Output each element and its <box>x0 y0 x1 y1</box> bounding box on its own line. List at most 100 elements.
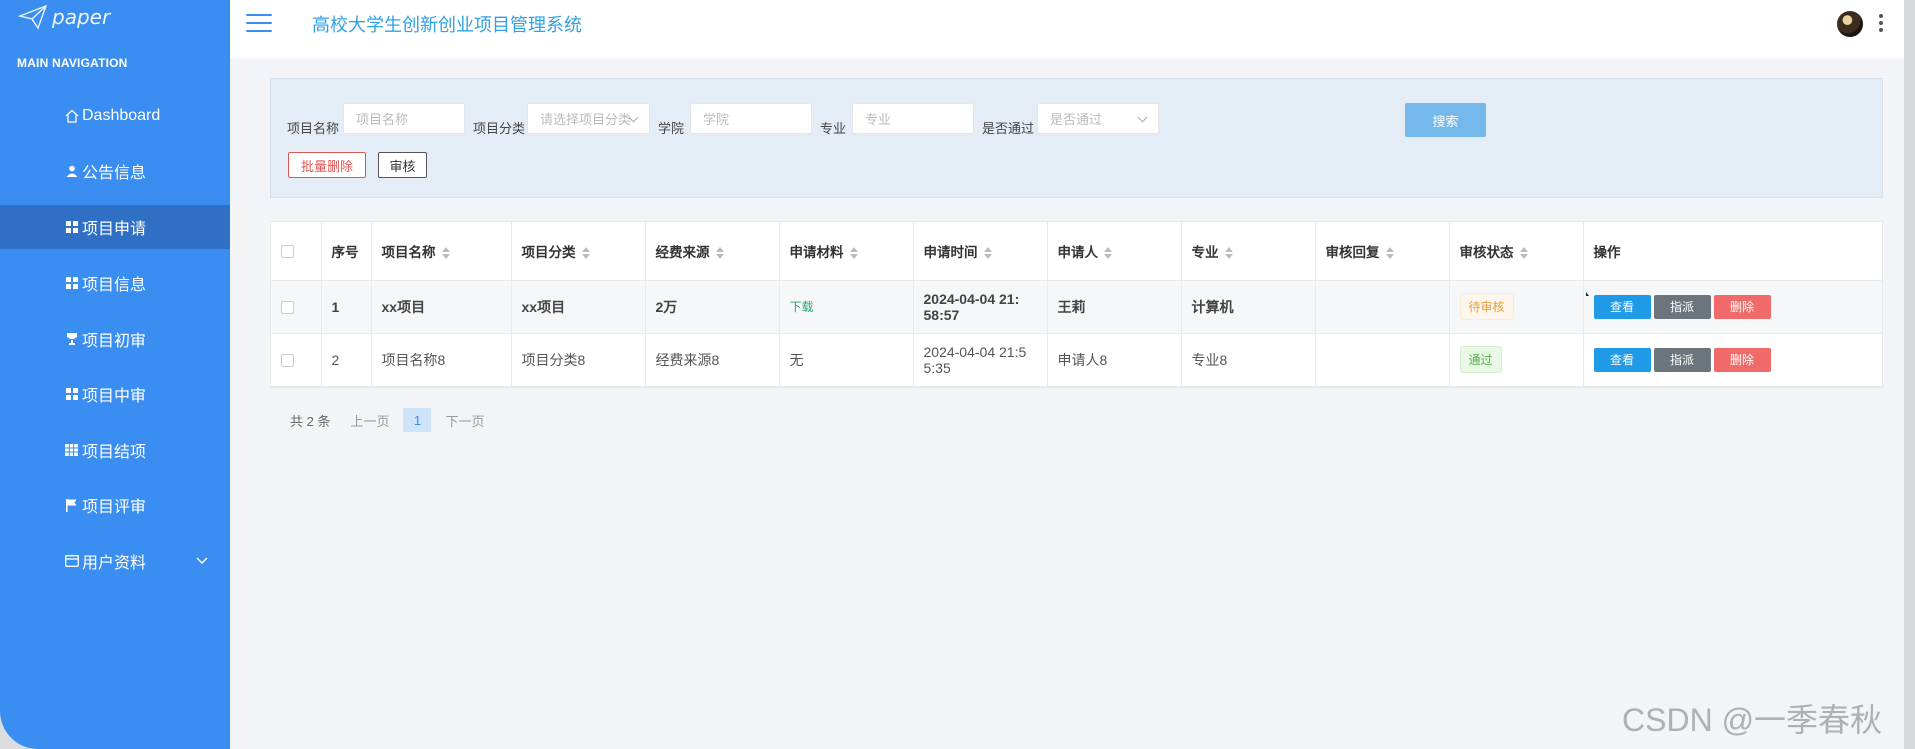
cell-material: 无 <box>779 333 914 387</box>
col-header-sortable[interactable]: 专业 <box>1181 222 1316 281</box>
sidebar-item-evaluation[interactable]: 项目评审 <box>0 478 230 534</box>
cell-time: 2024-04-04 21: 58:57 <box>913 280 1048 334</box>
cell-name: xx项目 <box>371 280 512 334</box>
flag-icon <box>64 498 79 513</box>
row-checkbox[interactable] <box>281 301 294 315</box>
audit-button[interactable]: 审核 <box>378 152 427 178</box>
cell-name: 项目名称8 <box>371 333 512 387</box>
cell-funding: 经费来源8 <box>645 333 780 387</box>
menu-toggle-icon[interactable] <box>246 14 272 32</box>
sidebar-item-project-info[interactable]: 项目信息 <box>0 255 230 311</box>
nav-heading: MAIN NAVIGATION <box>17 56 128 70</box>
cell-reply <box>1315 333 1450 387</box>
search-panel: 项目名称 项目名称 项目分类 请选择项目分类 学院 学院 专业 专业 是否通过 … <box>270 78 1883 198</box>
table-row: 1 xx项目 xx项目 2万 下载 2024-04-04 21: 58:57 王莉… <box>271 280 1882 334</box>
col-header-sortable[interactable]: 申请人 <box>1047 222 1182 281</box>
col-header-sortable[interactable]: 申请材料 <box>779 222 914 281</box>
cell-applicant: 王莉 <box>1047 280 1182 334</box>
paper-plane-icon <box>18 4 48 30</box>
total-count: 共 2 条 <box>290 413 331 429</box>
sidebar-item-label: 项目初审 <box>82 332 147 350</box>
cell-no: 1 <box>321 280 372 334</box>
pagination: 共 2 条 上一页 1 下一页 <box>290 408 499 432</box>
table-icon <box>64 442 79 457</box>
sidebar-item-label: 公告信息 <box>82 165 147 183</box>
app-logo[interactable]: paper <box>18 2 110 32</box>
mouse-cursor-icon <box>1586 292 1589 296</box>
status-badge: 通过 <box>1459 346 1502 373</box>
field-label-major: 专业 <box>820 121 847 136</box>
system-title: 高校大学生创新创业项目管理系统 <box>312 15 582 35</box>
sidebar-item-user-profile[interactable]: 用户资料 <box>0 533 230 589</box>
sidebar-item-label: 项目结项 <box>82 443 147 461</box>
trophy-icon <box>64 331 79 346</box>
col-header-sortable[interactable]: 经费来源 <box>645 222 780 281</box>
sort-icon[interactable] <box>1385 247 1394 260</box>
cell-applicant: 申请人8 <box>1047 333 1182 387</box>
sort-icon[interactable] <box>1224 247 1233 260</box>
cell-actions: 查看 指派 删除 <box>1583 280 1882 334</box>
cell-category: xx项目 <box>511 280 646 334</box>
sidebar: paper MAIN NAVIGATION Dashboard 公告信息 项目申… <box>0 0 264 749</box>
delete-button[interactable]: 删除 <box>1713 294 1771 319</box>
sidebar-item-label: 项目申请 <box>82 221 147 239</box>
project-table: 序号 项目名称 项目分类 经费来源 申请材料 申请时间 申请人 专业 审核回复 … <box>270 221 1883 388</box>
project-name-input[interactable]: 项目名称 <box>343 103 465 134</box>
field-label-project-name: 项目名称 <box>287 121 340 136</box>
sidebar-item-conclusion[interactable]: 项目结项 <box>0 422 230 478</box>
main-content: 项目名称 项目名称 项目分类 请选择项目分类 学院 学院 专业 专业 是否通过 … <box>230 58 1904 749</box>
cell-no: 2 <box>321 333 372 387</box>
cell-reply <box>1315 280 1450 334</box>
row-checkbox[interactable] <box>281 354 294 368</box>
sidebar-nav: Dashboard 公告信息 项目申请 项目信息 项目初审 项目中审 项目结项 <box>0 88 264 589</box>
view-button[interactable]: 查看 <box>1593 347 1651 372</box>
field-label-college: 学院 <box>658 121 685 136</box>
select-all-checkbox[interactable] <box>281 245 294 259</box>
sort-icon[interactable] <box>715 247 724 260</box>
passed-select[interactable]: 是否通过 <box>1037 103 1159 134</box>
chevron-down-icon[interactable] <box>196 552 208 570</box>
col-header: 操作 <box>1583 222 1882 281</box>
cell-category: 项目分类8 <box>511 333 646 387</box>
col-header-sortable[interactable]: 审核状态 <box>1449 222 1584 281</box>
current-page-button[interactable]: 1 <box>403 408 432 432</box>
cell-major: 计算机 <box>1181 280 1316 334</box>
sidebar-item-dashboard[interactable]: Dashboard <box>0 88 230 144</box>
sort-icon[interactable] <box>441 247 450 260</box>
college-input[interactable]: 学院 <box>690 103 812 134</box>
sidebar-item-initial-review[interactable]: 项目初审 <box>0 311 230 367</box>
assign-button[interactable]: 指派 <box>1653 294 1711 319</box>
sidebar-item-announcements[interactable]: 公告信息 <box>0 144 230 200</box>
sort-icon[interactable] <box>849 247 858 260</box>
view-button[interactable]: 查看 <box>1593 294 1651 319</box>
window-edge <box>1904 0 1915 749</box>
logo-text: paper <box>52 5 111 29</box>
grid-icon <box>64 387 79 402</box>
field-label-category: 项目分类 <box>473 121 526 136</box>
sidebar-item-mid-review[interactable]: 项目中审 <box>0 366 230 422</box>
sort-icon[interactable] <box>1104 247 1112 260</box>
col-header-sortable[interactable]: 项目分类 <box>511 222 646 281</box>
prev-page-button[interactable]: 上一页 <box>350 411 389 430</box>
sidebar-item-project-apply[interactable]: 项目申请 <box>0 205 264 250</box>
delete-button[interactable]: 删除 <box>1713 347 1771 372</box>
grid-icon <box>64 275 79 290</box>
cell-funding: 2万 <box>645 280 780 334</box>
sort-icon[interactable] <box>581 247 590 260</box>
sort-icon[interactable] <box>983 247 992 260</box>
col-header-sortable[interactable]: 项目名称 <box>371 222 512 281</box>
category-select[interactable]: 请选择项目分类 <box>527 103 650 134</box>
batch-delete-button[interactable]: 批量删除 <box>288 152 366 178</box>
sort-icon[interactable] <box>1519 247 1528 260</box>
sidebar-item-label: 项目中审 <box>82 388 147 406</box>
search-button[interactable]: 搜索 <box>1405 103 1486 137</box>
table-row: 2 项目名称8 项目分类8 经费来源8 无 2024-04-04 21:5 5:3… <box>271 333 1882 387</box>
avatar[interactable] <box>1837 11 1863 37</box>
major-input[interactable]: 专业 <box>852 103 974 134</box>
col-header-sortable[interactable]: 申请时间 <box>913 222 1048 281</box>
col-header-sortable[interactable]: 审核回复 <box>1315 222 1450 281</box>
next-page-button[interactable]: 下一页 <box>445 411 484 430</box>
more-options-icon[interactable] <box>1878 14 1884 34</box>
assign-button[interactable]: 指派 <box>1653 347 1711 372</box>
download-link[interactable]: 下载 <box>790 300 814 314</box>
